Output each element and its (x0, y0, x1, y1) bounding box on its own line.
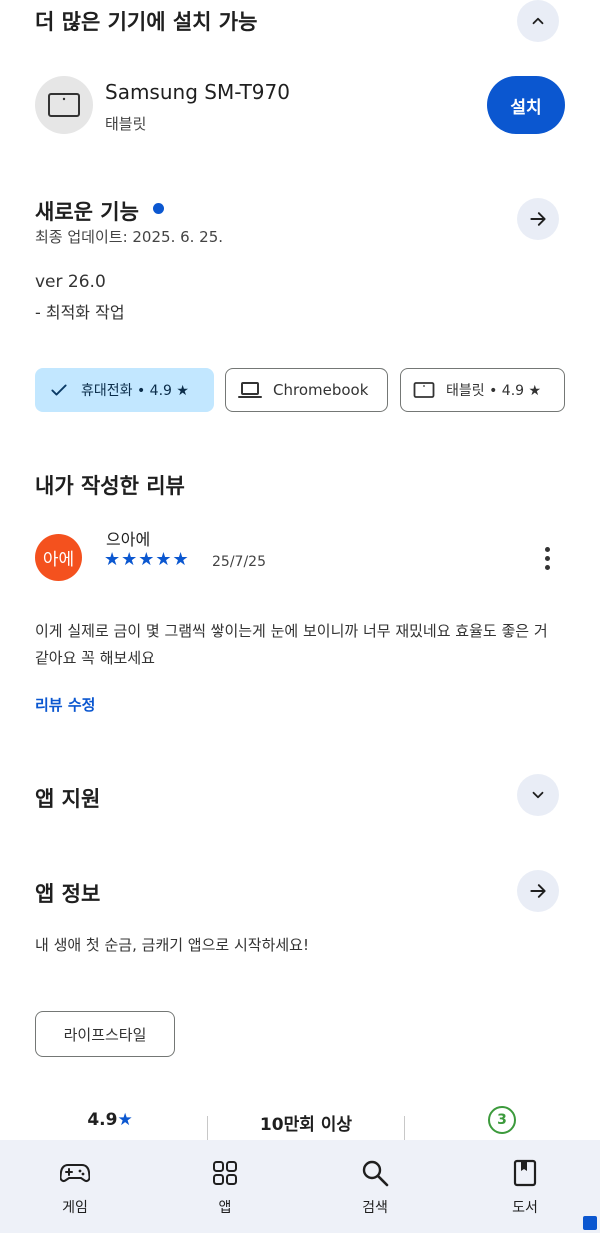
status-indicator-icon (583, 1216, 597, 1230)
check-icon (51, 384, 67, 396)
stat-downloads: 10만회 이상 (259, 1115, 353, 1135)
nav-apps[interactable]: 앱 (170, 1155, 280, 1217)
nav-books[interactable]: 도서 (470, 1155, 580, 1217)
stat-divider (207, 1116, 208, 1140)
app-info-title: 앱 정보 (35, 882, 101, 906)
chevron-down-icon (532, 791, 544, 799)
laptop-icon (238, 382, 262, 398)
arrow-right-icon (530, 884, 546, 898)
nav-search[interactable]: 검색 (320, 1155, 430, 1217)
age-rating-badge: 3 (488, 1106, 516, 1134)
stat-rating: 4.9★ (60, 1110, 160, 1130)
chevron-up-icon (532, 17, 544, 25)
chip-chromebook[interactable]: Chromebook (225, 368, 388, 412)
release-note: - 최적화 작업 (35, 303, 125, 322)
app-description: 내 생애 첫 순금, 금캐기 앱으로 시작하세요! (35, 936, 309, 954)
category-chip[interactable]: 라이프스타일 (35, 1011, 175, 1057)
new-indicator-dot (153, 203, 164, 214)
review-body: 이게 실제로 금이 몇 그램씩 쌓이는게 눈에 보이니까 너무 재밌네요 효율도… (35, 622, 548, 667)
review-more-options[interactable] (530, 540, 564, 576)
gamepad-icon (60, 1164, 90, 1183)
review-date: 25/7/25 (212, 554, 266, 570)
nav-games-label: 게임 (62, 1200, 88, 1216)
app-support-expand-button[interactable] (517, 774, 559, 816)
chip-tablet[interactable]: 태블릿 • 4.9 ★ (400, 368, 565, 412)
chip-phone[interactable]: 휴대전화 • 4.9 ★ (35, 368, 214, 412)
device-avatar (35, 76, 93, 134)
nav-books-label: 도서 (512, 1200, 538, 1216)
chip-tablet-label: 태블릿 • 4.9 ★ (446, 383, 542, 399)
apps-grid-icon (213, 1161, 237, 1185)
nav-apps-label: 앱 (218, 1200, 232, 1216)
device-name: Samsung SM-T970 (105, 80, 290, 104)
arrow-right-icon (530, 212, 546, 226)
stat-rating-value: 4.9 (87, 1110, 118, 1130)
chip-chromebook-label: Chromebook (273, 381, 369, 399)
version-text: ver 26.0 (35, 272, 106, 292)
last-updated: 최종 업데이트: 2025. 6. 25. (35, 228, 224, 246)
nav-games[interactable]: 게임 (20, 1155, 130, 1217)
tablet-icon (413, 382, 435, 398)
review-stars: ★★★★★ (104, 549, 190, 570)
whats-new-title: 새로운 기능 (35, 200, 139, 224)
edit-review-link[interactable]: 리뷰 수정 (35, 694, 95, 715)
book-icon (513, 1159, 537, 1187)
chip-phone-label: 휴대전화 • 4.9 ★ (81, 383, 189, 399)
install-button[interactable]: 설치 (487, 76, 565, 134)
nav-search-label: 검색 (362, 1200, 388, 1216)
app-support-title: 앱 지원 (35, 787, 101, 811)
whats-new-arrow-button[interactable] (517, 198, 559, 240)
reviewer-name: 으아에 (106, 530, 151, 549)
collapse-devices-button[interactable] (517, 0, 559, 42)
reviewer-avatar: 아에 (35, 534, 82, 581)
star-icon: ★ (117, 1110, 133, 1130)
devices-section-title: 더 많은 기기에 설치 가능 (35, 10, 258, 34)
search-icon (362, 1160, 389, 1187)
stat-divider (404, 1116, 405, 1140)
device-type: 태블릿 (105, 115, 147, 133)
tablet-icon (48, 93, 80, 117)
app-info-arrow-button[interactable] (517, 870, 559, 912)
my-review-title: 내가 작성한 리뷰 (35, 474, 185, 498)
